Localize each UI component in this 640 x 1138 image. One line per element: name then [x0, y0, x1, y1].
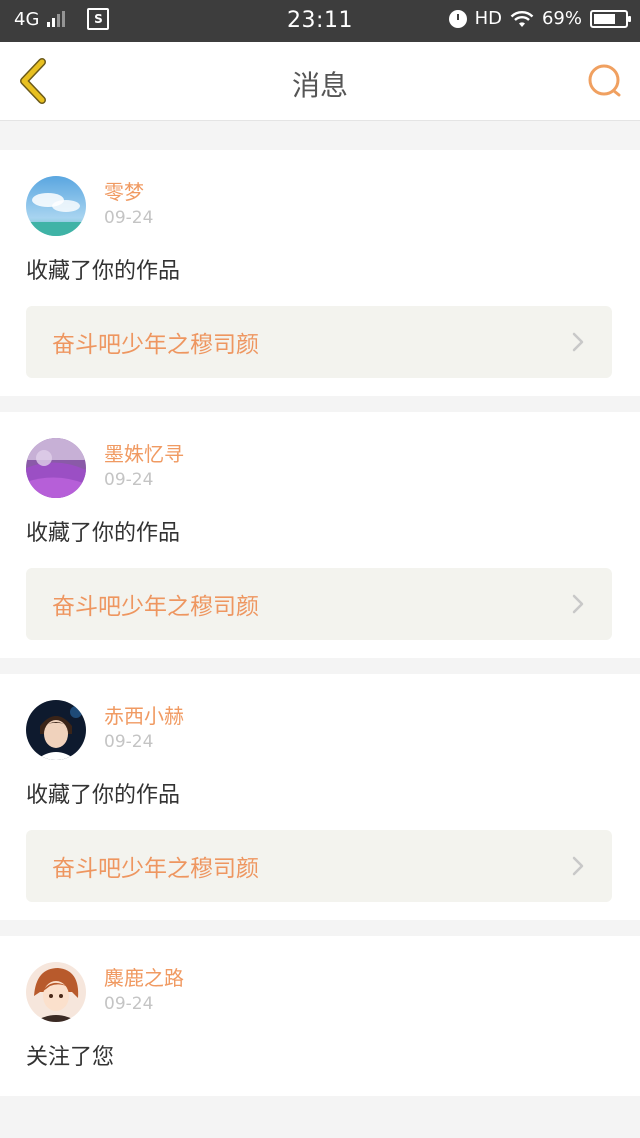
message-meta: 墨姝忆寻 09-24 — [104, 442, 184, 490]
message-meta: 赤西小赫 09-24 — [104, 704, 184, 752]
action-text: 收藏了你的作品 — [26, 521, 181, 546]
avatar[interactable] — [26, 700, 86, 760]
battery-percent: 69% — [541, 8, 582, 29]
hd-indicator: HD — [474, 8, 502, 29]
anime-avatar — [26, 962, 86, 1022]
action-text: 收藏了你的作品 — [26, 259, 181, 284]
message-header: 零梦 09-24 — [26, 176, 614, 236]
alarm-icon — [448, 9, 467, 28]
message-header: 墨姝忆寻 09-24 — [26, 438, 614, 498]
status-bar: 4G S 23:11 HD 69% — [0, 0, 640, 42]
message-date: 09-24 — [104, 732, 154, 752]
message-card: 麋鹿之路 09-24 关注了您 — [0, 936, 640, 1096]
message-card: 墨姝忆寻 09-24 收藏了你的作品 奋斗吧少年之穆司颜 — [0, 412, 640, 658]
status-right: HD 69% — [448, 8, 631, 29]
work-link[interactable]: 奋斗吧少年之穆司颜 — [26, 568, 612, 640]
message-header: 赤西小赫 09-24 — [26, 700, 614, 760]
nav-bar: 消息 — [0, 42, 640, 121]
work-title: 奋斗吧少年之穆司颜 — [52, 856, 259, 882]
portrait-avatar — [26, 700, 86, 760]
action-text: 收藏了你的作品 — [26, 783, 181, 808]
avatar[interactable] — [26, 962, 86, 1022]
avatar[interactable] — [26, 176, 86, 236]
message-date: 09-24 — [104, 208, 154, 228]
user-name[interactable]: 墨姝忆寻 — [104, 442, 184, 466]
user-name[interactable]: 麋鹿之路 — [104, 966, 184, 990]
action-text: 关注了您 — [26, 1045, 115, 1070]
page-title: 消息 — [291, 69, 348, 102]
wifi-icon — [510, 10, 534, 27]
avatar[interactable] — [26, 438, 86, 498]
user-name[interactable]: 赤西小赫 — [104, 704, 184, 728]
work-title: 奋斗吧少年之穆司颜 — [52, 594, 259, 620]
work-title: 奋斗吧少年之穆司颜 — [52, 332, 259, 358]
message-date: 09-24 — [104, 994, 154, 1014]
message-date: 09-24 — [104, 470, 154, 490]
lavender-avatar — [26, 438, 86, 498]
message-meta: 麋鹿之路 09-24 — [104, 966, 184, 1014]
battery-fill — [594, 13, 615, 24]
battery-icon — [590, 9, 631, 28]
chevron-right-icon — [572, 332, 584, 352]
message-card: 赤西小赫 09-24 收藏了你的作品 奋斗吧少年之穆司颜 — [0, 674, 640, 920]
message-card: 零梦 09-24 收藏了你的作品 奋斗吧少年之穆司颜 — [0, 150, 640, 396]
user-name[interactable]: 零梦 — [104, 180, 153, 204]
search-button[interactable] — [586, 62, 624, 100]
search-icon — [588, 64, 621, 97]
work-link[interactable]: 奋斗吧少年之穆司颜 — [26, 306, 612, 378]
chevron-right-icon — [572, 594, 584, 614]
work-link[interactable]: 奋斗吧少年之穆司颜 — [26, 830, 612, 902]
message-header: 麋鹿之路 09-24 — [26, 962, 614, 1022]
message-list: 零梦 09-24 收藏了你的作品 奋斗吧少年之穆司颜 墨姝忆寻 09-24 收藏… — [0, 134, 640, 1096]
message-meta: 零梦 09-24 — [104, 180, 153, 228]
sky-avatar — [26, 176, 86, 236]
chevron-right-icon — [572, 856, 584, 876]
